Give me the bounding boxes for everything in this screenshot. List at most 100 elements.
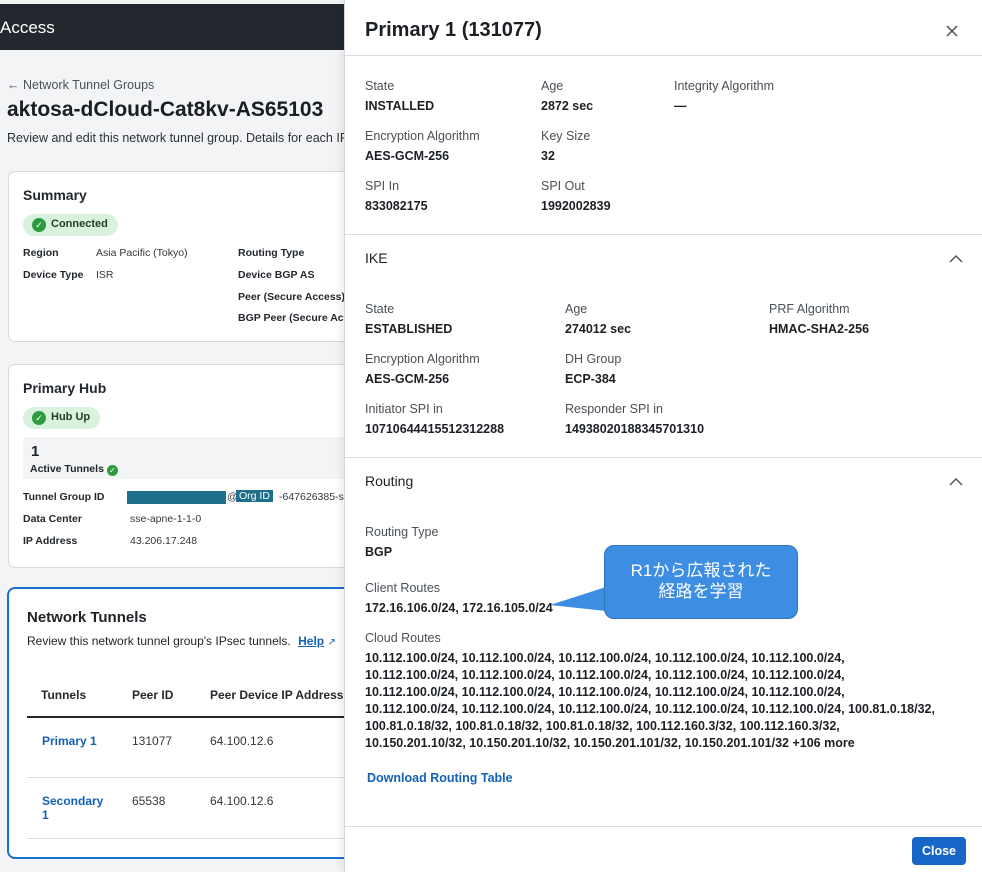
device-bgp-as-label: Device BGP AS [238,269,315,281]
key-size-value: 32 [541,149,555,163]
client-routes-label: Client Routes [365,581,441,595]
footer-divider [345,826,982,827]
ike-age-label: Age [565,302,588,316]
dh-group-value: ECP-384 [565,372,616,386]
callout-line-2: 経路を学習 [658,582,744,601]
tunnel-link-primary-1[interactable]: Primary 1 [42,734,97,748]
device-type-value: ISR [96,269,114,281]
spi-out-label: SPI Out [541,179,585,193]
data-center-value: sse-apne-1-1-0 [130,513,202,525]
close-icon[interactable] [939,18,965,44]
routing-type-label: Routing Type [365,525,439,539]
ike-encryption-label: Encryption Algorithm [365,352,480,366]
ip-address-value: 43.206.17.248 [130,535,198,547]
page-title: aktosa-dCloud-Cat8kv-AS65103 [7,98,324,121]
ipsec-age-label: Age [541,79,564,93]
active-tunnels-count: 1 [31,443,40,460]
tunnel-group-id-label: Tunnel Group ID [23,491,105,503]
responder-spi-label: Responder SPI in [565,402,663,416]
region-label: Region [23,247,59,259]
routing-section-title[interactable]: Routing [365,473,413,489]
top-bar: Access [0,4,350,50]
ike-encryption-value: AES-GCM-256 [365,372,450,386]
data-center-label: Data Center [23,513,82,525]
row-divider [27,777,350,778]
check-icon: ✓ [32,411,46,425]
column-header-tunnels: Tunnels [41,688,87,702]
integrity-algorithm-label: Integrity Algorithm [674,79,775,93]
check-icon: ✓ [32,218,46,232]
peer-id-cell: 131077 [132,734,173,748]
network-tunnels-title: Network Tunnels [27,609,147,626]
external-link-icon: ↗ [327,637,336,648]
initiator-spi-label: Initiator SPI in [365,402,443,416]
ike-state-label: State [365,302,395,316]
summary-card: Summary ✓ Connected Region Asia Pacific … [8,171,350,342]
callout-pointer [550,587,606,611]
section-divider [345,234,982,235]
header-divider [345,55,982,56]
ip-address-label: IP Address [23,535,78,547]
page-description: Review and edit this network tunnel grou… [7,131,349,145]
back-to-network-tunnel-groups-link[interactable]: ← Network Tunnel Groups [7,78,154,92]
close-button[interactable]: Close [912,837,966,865]
chevron-up-icon[interactable] [945,475,967,489]
network-tunnels-card: Network Tunnels Review this network tunn… [7,587,350,859]
section-divider [345,457,982,458]
peer-id-cell: 65538 [132,794,166,808]
download-routing-table-link[interactable]: Download Routing Table [367,771,513,785]
ipsec-encryption-value: AES-GCM-256 [365,149,450,163]
help-link[interactable]: Help [298,634,324,648]
cloud-routes-label: Cloud Routes [365,631,441,645]
column-header-peer-id: Peer ID [132,688,174,702]
app-title: Access [0,18,55,37]
integrity-algorithm-value: — [674,99,687,113]
peer-secure-access-label: Peer (Secure Access) [238,291,346,303]
ipsec-state-value: INSTALLED [365,99,435,113]
table-header-divider [27,716,350,718]
primary-hub-card: Primary Hub ✓ Hub Up 1 Active Tunnels ✓ … [8,364,350,568]
peer-ip-cell: 64.100.12.6 [210,794,274,808]
row-divider [27,838,350,839]
prf-algorithm-label: PRF Algorithm [769,302,850,316]
active-tunnels-label: Active Tunnels ✓ [30,463,118,476]
drawer-title: Primary 1 (131077) [365,19,542,41]
key-size-label: Key Size [541,129,591,143]
routing-type-value: BGP [365,545,393,559]
summary-title: Summary [23,187,87,203]
primary-hub-title: Primary Hub [23,380,107,396]
background-page: Access ← Network Tunnel Groups aktosa-dC… [0,0,350,872]
ipsec-age-value: 2872 sec [541,99,594,113]
region-value: Asia Pacific (Tokyo) [96,247,188,259]
hub-up-status-badge: ✓ Hub Up [23,407,101,429]
bgp-peer-label: BGP Peer (Secure Acc [238,312,350,324]
callout-line-1: R1から広報された [630,561,772,580]
tunnel-link-secondary-1[interactable]: Secondary 1 [42,794,112,822]
prf-algorithm-value: HMAC-SHA2-256 [769,322,870,336]
column-header-peer-ip: Peer Device IP Address [210,688,344,702]
tunnel-group-id-suffix: -647626385-s [279,491,344,503]
peer-ip-cell: 64.100.12.6 [210,734,274,748]
spi-out-value: 1992002839 [541,199,611,213]
responder-spi-value: 14938020188345701310 [565,422,705,436]
ike-age-value: 274012 sec [565,322,632,336]
active-tunnels-tile: 1 Active Tunnels ✓ [23,437,350,479]
ipsec-encryption-label: Encryption Algorithm [365,129,480,143]
annotation-callout: R1から広報された 経路を学習 [604,545,798,619]
ike-section-title[interactable]: IKE [365,250,388,266]
network-tunnels-description: Review this network tunnel group's IPsec… [27,634,336,648]
chevron-up-icon[interactable] [945,252,967,266]
dh-group-label: DH Group [565,352,622,366]
spi-in-value: 833082175 [365,199,428,213]
cloud-routes-value: 10.112.100.0/24, 10.112.100.0/24, 10.112… [365,651,935,750]
spi-in-label: SPI In [365,179,400,193]
initiator-spi-value: 10710644415512312288 [365,422,505,436]
redacted-bar [127,491,226,504]
device-type-label: Device Type [23,269,84,281]
tunnel-details-drawer: Primary 1 (131077) State INSTALLED Age 2… [344,0,982,872]
ike-state-value: ESTABLISHED [365,322,453,336]
check-icon: ✓ [106,465,118,476]
routing-type-label: Routing Type [238,247,305,259]
ipsec-state-label: State [365,79,395,93]
org-id-tag: Org ID [236,490,273,502]
